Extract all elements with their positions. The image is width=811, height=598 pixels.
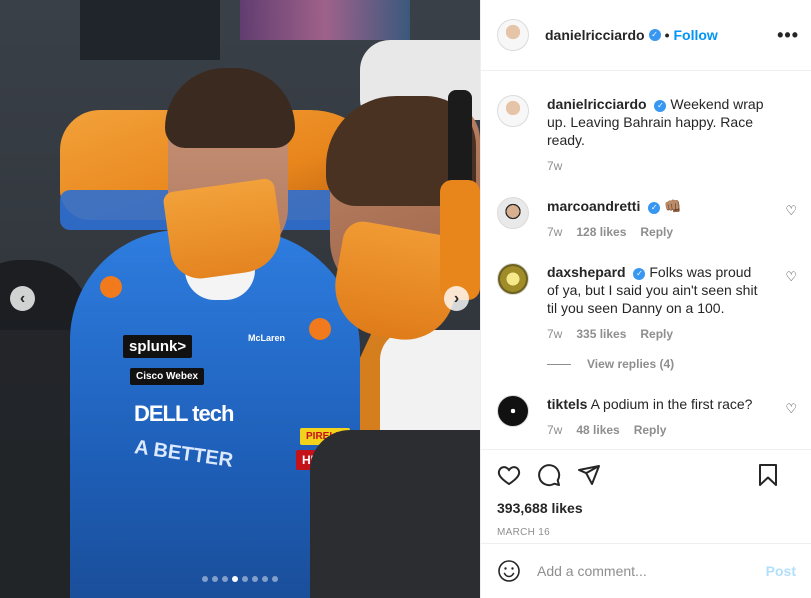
carousel-dot xyxy=(252,576,258,582)
post-date[interactable]: MARCH 16 xyxy=(497,527,796,538)
view-replies-button[interactable]: View replies (4) xyxy=(547,357,795,371)
author-avatar[interactable] xyxy=(497,95,529,127)
view-replies-label[interactable]: View replies (4) xyxy=(587,357,674,371)
commenter-avatar[interactable] xyxy=(497,395,529,427)
header-separator: • xyxy=(664,27,670,43)
carousel-dot xyxy=(212,576,218,582)
replies-divider xyxy=(547,363,571,365)
commenter-avatar[interactable] xyxy=(497,197,529,229)
reply-button[interactable]: Reply xyxy=(640,327,673,341)
comment-input[interactable] xyxy=(537,563,766,579)
add-comment-bar: Post xyxy=(481,543,811,598)
reply-button[interactable]: Reply xyxy=(640,225,673,239)
webex-patch: Cisco Webex xyxy=(130,368,205,385)
carousel-next-button[interactable]: › xyxy=(444,286,469,311)
comment-likes[interactable]: 128 likes xyxy=(576,225,626,239)
verified-badge-icon: ✓ xyxy=(633,268,646,280)
list-item: tiktels A podium in the first race? 7w 4… xyxy=(497,371,797,437)
action-bar xyxy=(497,460,796,490)
background-monitor xyxy=(240,0,410,40)
carousel-dots xyxy=(0,576,480,582)
follow-button[interactable]: Follow xyxy=(674,27,718,43)
foreground-dark-blur xyxy=(310,430,480,598)
heart-icon[interactable] xyxy=(497,463,521,487)
headset-earcup xyxy=(440,180,480,300)
dell-patch: DELL tech xyxy=(134,401,234,426)
comment-username[interactable]: marcoandretti xyxy=(547,198,640,214)
comment-like-heart-icon[interactable]: ♡ xyxy=(785,401,797,417)
splunk-patch: splunk> xyxy=(123,335,193,358)
author-avatar[interactable] xyxy=(497,19,529,51)
bookmark-icon[interactable] xyxy=(756,463,780,487)
emoji-icon[interactable] xyxy=(497,559,521,583)
carousel-dot xyxy=(232,576,238,582)
post-side-panel: danielricciardo ✓ • Follow ••• danielric… xyxy=(480,0,811,598)
list-item: daxshepard ✓ Folks was proud of ya, but … xyxy=(497,239,797,341)
comment-text: 👊🏽 xyxy=(664,198,682,214)
author-username[interactable]: danielricciardo xyxy=(545,27,645,43)
post-header: danielricciardo ✓ • Follow ••• xyxy=(481,0,811,71)
comment-like-heart-icon[interactable]: ♡ xyxy=(785,269,797,285)
list-item: marcoandretti ✓ 👊🏽 7w 128 likes Reply ♡ xyxy=(497,173,797,239)
carousel-dot xyxy=(222,576,228,582)
commenter-avatar[interactable] xyxy=(497,263,529,295)
driver-hair xyxy=(165,68,295,148)
comment-username[interactable]: daxshepard xyxy=(547,264,626,280)
mclaren-patch: McLaren xyxy=(248,333,286,343)
verified-badge-icon: ✓ xyxy=(648,202,661,214)
carousel-dot xyxy=(272,576,278,582)
likes-count[interactable]: 393,688 likes xyxy=(497,500,796,516)
comment-likes[interactable]: 48 likes xyxy=(576,423,619,437)
comment-likes[interactable]: 335 likes xyxy=(576,327,626,341)
verified-badge-icon: ✓ xyxy=(654,100,667,112)
carousel-dot xyxy=(202,576,208,582)
gulf-logo xyxy=(100,276,122,298)
comment-time[interactable]: 7w xyxy=(547,327,562,341)
carousel-dot xyxy=(262,576,268,582)
comments-list[interactable]: danielricciardo ✓ Weekend wrap up. Leavi… xyxy=(481,71,811,449)
carousel-dot xyxy=(242,576,248,582)
comment-time[interactable]: 7w xyxy=(547,225,562,239)
post-actions-section: 393,688 likes MARCH 16 xyxy=(481,449,811,538)
post-comment-button[interactable]: Post xyxy=(766,563,796,579)
comment-like-heart-icon[interactable]: ♡ xyxy=(785,203,797,219)
carousel-prev-button[interactable]: ‹ xyxy=(10,286,35,311)
comment-text: A podium in the first race? xyxy=(590,396,753,412)
share-icon[interactable] xyxy=(577,463,601,487)
comment-icon[interactable] xyxy=(537,463,561,487)
comment-time[interactable]: 7w xyxy=(547,423,562,437)
caption-username[interactable]: danielricciardo xyxy=(547,96,647,112)
background-garage xyxy=(80,0,220,60)
post-photo[interactable]: splunk> Cisco Webex McLaren DELL tech A … xyxy=(0,0,480,598)
caption-time[interactable]: 7w xyxy=(547,159,562,173)
gulf-logo-2 xyxy=(309,318,331,340)
verified-badge-icon: ✓ xyxy=(648,29,661,41)
reply-button[interactable]: Reply xyxy=(634,423,667,437)
more-options-icon[interactable]: ••• xyxy=(777,26,799,44)
caption: danielricciardo ✓ Weekend wrap up. Leavi… xyxy=(497,71,795,173)
comment-username[interactable]: tiktels xyxy=(547,396,587,412)
instagram-post-view: splunk> Cisco Webex McLaren DELL tech A … xyxy=(0,0,811,598)
